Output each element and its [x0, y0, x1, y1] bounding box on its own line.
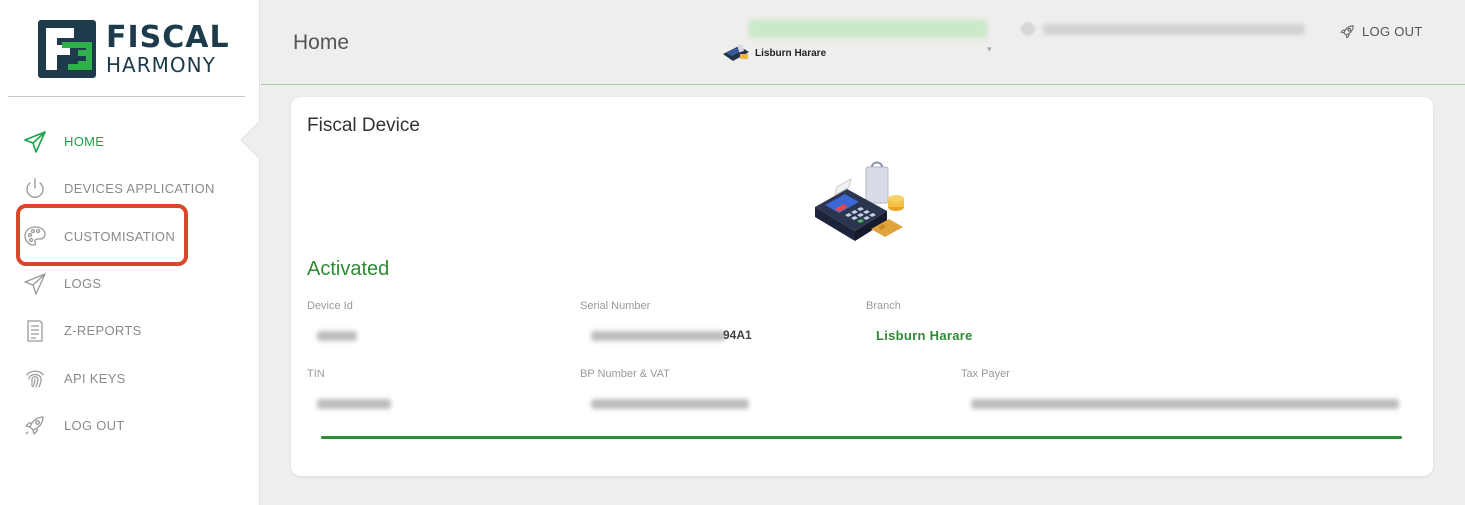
power-icon [22, 176, 48, 202]
chevron-down-icon[interactable]: ▾ [987, 44, 992, 55]
branch-selector[interactable]: Lisburn Harare [721, 42, 826, 64]
customisation-highlight [16, 204, 188, 266]
device-status: Activated [307, 258, 390, 280]
serial-number-value [591, 331, 725, 341]
sidebar-item-label: API KEYS [64, 370, 126, 386]
tax-payer-value [971, 399, 1399, 409]
tin-value [317, 399, 391, 409]
paper-plane-icon [22, 129, 48, 155]
top-header: Home Lisburn Harare ▾ LOG OUT [261, 0, 1465, 85]
sidebar-item-label: Z-REPORTS [64, 323, 142, 339]
serial-number-suffix: 94A1 [723, 328, 752, 342]
sidebar-item-label: HOME [64, 134, 105, 150]
page-title: Home [293, 31, 350, 54]
branch-name: Lisburn Harare [755, 47, 827, 59]
branch-value: Lisburn Harare [876, 328, 973, 343]
fiscal-device-card: Fiscal Device Activated Device Id Serial… [291, 97, 1433, 476]
pos-terminal-icon [723, 44, 749, 61]
pos-terminal-illustration [815, 161, 904, 241]
card-title: Fiscal Device [307, 115, 420, 136]
device-id-value [317, 331, 357, 341]
sidebar-item-api-keys[interactable]: API KEYS [0, 354, 245, 401]
user-icon [1021, 22, 1035, 36]
device-id-label: Device Id [307, 300, 353, 312]
logo-subtitle: HARMONY [106, 53, 216, 77]
tin-label: TIN [307, 368, 325, 380]
sidebar-divider [8, 96, 245, 97]
logo-title: FISCAL [106, 20, 230, 55]
status-divider [321, 436, 1402, 439]
bp-vat-label: BP Number & VAT [580, 368, 670, 380]
user-account[interactable] [1021, 22, 1305, 36]
serial-number-label: Serial Number [580, 300, 651, 312]
bp-vat-value [591, 399, 749, 409]
rocket-icon [22, 412, 48, 438]
logo-mark-icon [38, 20, 96, 78]
paper-plane-outline-icon [22, 271, 48, 297]
sidebar-item-logs[interactable]: LOGS [0, 260, 245, 307]
fiscal-harmony-logo[interactable]: FISCAL HARMONY [38, 20, 230, 78]
sidebar: FISCAL HARMONY HOME DEVICES APPLICATION … [0, 0, 260, 505]
sidebar-item-label: LOGS [64, 276, 102, 292]
fingerprint-icon [22, 365, 48, 391]
user-account-name [1043, 23, 1305, 35]
sidebar-nav: HOME DEVICES APPLICATION CUSTOMISATION L… [0, 118, 245, 449]
sidebar-item-log-out[interactable]: LOG OUT [0, 402, 245, 449]
company-selector[interactable] [749, 20, 987, 38]
sidebar-item-label: LOG OUT [64, 417, 125, 433]
sidebar-item-home[interactable]: HOME [0, 118, 245, 165]
logout-button[interactable]: LOG OUT [1339, 23, 1423, 40]
logo-text: FISCAL HARMONY [106, 20, 230, 77]
branch-label: Branch [866, 300, 901, 312]
tax-payer-label: Tax Payer [961, 368, 1010, 380]
document-icon [22, 318, 48, 344]
sidebar-item-label: DEVICES APPLICATION [64, 181, 215, 197]
rocket-icon [1340, 25, 1354, 39]
logout-label: LOG OUT [1362, 24, 1423, 39]
sidebar-item-z-reports[interactable]: Z-REPORTS [0, 307, 245, 354]
